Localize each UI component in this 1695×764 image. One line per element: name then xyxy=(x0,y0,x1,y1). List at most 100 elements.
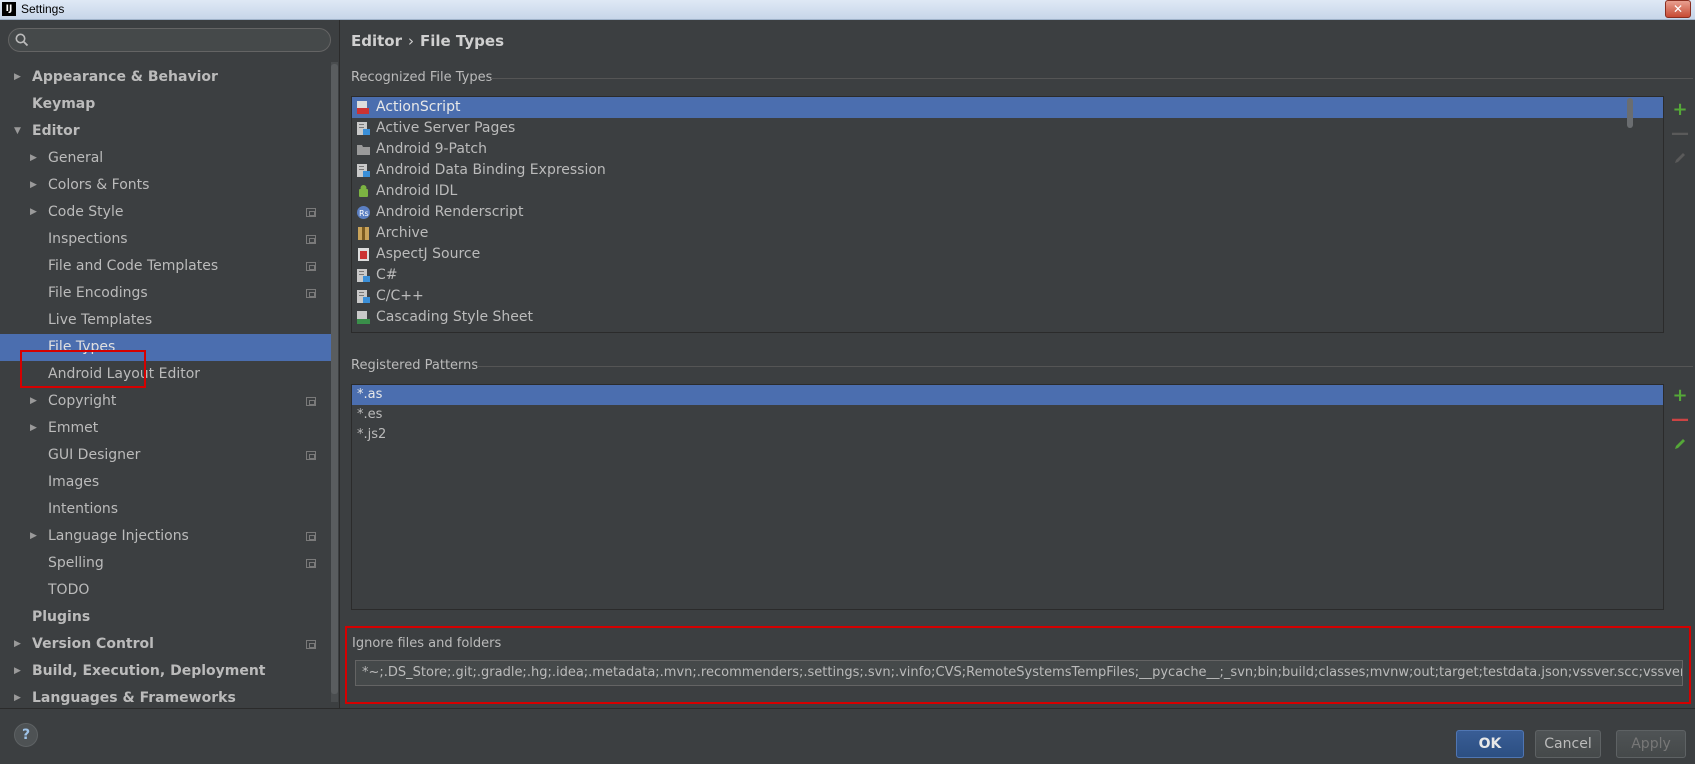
file-types-scrollbar-thumb[interactable] xyxy=(1627,98,1633,128)
file-type-row[interactable]: Rs Android Renderscript xyxy=(352,202,1663,223)
sidebar-item[interactable]: Live Templates xyxy=(0,307,332,334)
file-type-row[interactable]: C/C++ xyxy=(352,286,1663,307)
sidebar-item[interactable]: Images xyxy=(0,469,332,496)
sidebar-item[interactable]: ▶ Build, Execution, Deployment xyxy=(0,658,332,685)
edit-file-type-button[interactable] xyxy=(1670,146,1690,170)
pattern-label: *.es xyxy=(357,407,383,422)
collapsed-arrow-icon[interactable]: ▶ xyxy=(30,172,40,199)
section-divider xyxy=(491,78,1693,79)
recognized-file-types-list[interactable]: ActionScript Active Server Pages Android 9… xyxy=(351,96,1664,333)
registered-patterns-title: Registered Patterns xyxy=(351,358,479,373)
search-icon xyxy=(15,33,29,47)
recognized-file-types-title: Recognized File Types xyxy=(351,70,493,85)
edit-pattern-button[interactable] xyxy=(1670,432,1690,456)
sidebar-item-label: Android Layout Editor xyxy=(48,366,201,382)
ignore-files-input[interactable]: *~;.DS_Store;.git;.gradle;.hg;.idea;.met… xyxy=(355,660,1683,686)
main-panel: Editor › File Types Recognized File Types … xyxy=(341,20,1695,708)
search-box[interactable] xyxy=(8,28,331,52)
sidebar-item[interactable]: TODO xyxy=(0,577,332,604)
apply-button[interactable]: Apply xyxy=(1616,730,1686,758)
sidebar-item-label: File and Code Templates xyxy=(48,258,219,274)
collapsed-arrow-icon[interactable]: ▶ xyxy=(30,415,40,442)
file-type-label: Android IDL xyxy=(376,183,458,199)
sidebar-item[interactable]: Android Layout Editor xyxy=(0,361,332,388)
sidebar-item[interactable]: GUI Designer xyxy=(0,442,332,469)
file-type-row[interactable]: Android IDL xyxy=(352,181,1663,202)
add-file-type-button[interactable]: + xyxy=(1670,98,1690,122)
collapsed-arrow-icon[interactable]: ▶ xyxy=(30,523,40,550)
file-type-label: C/C++ xyxy=(376,288,424,304)
sidebar-item-label: Plugins xyxy=(32,609,91,625)
sidebar-item[interactable]: ▶ Version Control xyxy=(0,631,332,658)
window-title: Settings xyxy=(21,2,65,16)
archive-icon xyxy=(358,227,369,240)
pattern-row[interactable]: *.js2 xyxy=(352,425,1663,445)
sidebar-scrollbar[interactable] xyxy=(331,62,338,702)
sidebar-item[interactable]: File Types xyxy=(0,334,332,361)
sidebar-item[interactable]: ▶ General xyxy=(0,145,332,172)
sidebar-item[interactable]: File Encodings xyxy=(0,280,332,307)
file-type-row[interactable]: Android Data Binding Expression xyxy=(352,160,1663,181)
sidebar-item[interactable]: ▶ Emmet xyxy=(0,415,332,442)
collapsed-arrow-icon[interactable]: ▶ xyxy=(14,64,24,91)
collapsed-arrow-icon[interactable]: ▶ xyxy=(30,199,40,226)
file-type-label: Android Renderscript xyxy=(376,204,524,220)
pencil-icon xyxy=(1675,439,1685,449)
file-type-label: Android 9-Patch xyxy=(376,141,487,157)
file-type-row[interactable]: ActionScript xyxy=(352,97,1663,118)
file-type-row[interactable]: Archive xyxy=(352,223,1663,244)
cancel-button[interactable]: Cancel xyxy=(1535,730,1601,758)
project-level-icon xyxy=(306,532,316,541)
help-button[interactable]: ? xyxy=(14,723,38,747)
remove-pattern-button[interactable]: — xyxy=(1670,408,1690,432)
sidebar-item[interactable]: Keymap xyxy=(0,91,332,118)
sidebar-item-label: GUI Designer xyxy=(48,447,141,463)
sidebar-item-label: File Types xyxy=(48,339,116,355)
search-input[interactable] xyxy=(33,31,323,49)
add-pattern-button[interactable]: + xyxy=(1670,384,1690,408)
file-type-icon xyxy=(357,164,370,177)
project-level-icon xyxy=(306,262,316,271)
file-type-row[interactable]: Cascading Style Sheet xyxy=(352,307,1663,328)
sidebar-item[interactable]: ▶ Language Injections xyxy=(0,523,332,550)
expanded-arrow-icon[interactable]: ▼ xyxy=(14,118,24,145)
sidebar-item[interactable]: Inspections xyxy=(0,226,332,253)
sidebar-item-label: Live Templates xyxy=(48,312,153,328)
sidebar-item[interactable]: Plugins xyxy=(0,604,332,631)
svg-text:Rs: Rs xyxy=(359,209,369,218)
project-level-icon xyxy=(306,451,316,460)
collapsed-arrow-icon[interactable]: ▶ xyxy=(30,145,40,172)
breadcrumb-current: File Types xyxy=(420,32,504,50)
breadcrumb-separator: › xyxy=(408,32,414,50)
collapsed-arrow-icon[interactable]: ▶ xyxy=(14,631,24,658)
ok-button[interactable]: OK xyxy=(1456,730,1524,758)
file-type-icon xyxy=(357,290,370,303)
sidebar-item[interactable]: Spelling xyxy=(0,550,332,577)
file-type-row[interactable]: Active Server Pages xyxy=(352,118,1663,139)
sidebar-item[interactable]: ▶ Code Style xyxy=(0,199,332,226)
sidebar-item-label: Version Control xyxy=(32,636,154,652)
file-type-icon xyxy=(357,122,370,135)
sidebar-item-label: General xyxy=(48,150,104,166)
android-icon xyxy=(359,185,368,197)
intellij-logo-icon: IJ xyxy=(2,2,16,16)
file-type-row[interactable]: Android 9-Patch xyxy=(352,139,1663,160)
close-button[interactable]: ✕ xyxy=(1665,0,1691,18)
collapsed-arrow-icon[interactable]: ▶ xyxy=(30,388,40,415)
breadcrumb: Editor › File Types xyxy=(351,32,504,50)
file-types-toolbar: + — xyxy=(1670,98,1690,170)
sidebar-scrollbar-thumb[interactable] xyxy=(331,64,338,694)
sidebar-item[interactable]: ▶ Appearance & Behavior xyxy=(0,64,332,91)
pattern-row[interactable]: *.es xyxy=(352,405,1663,425)
sidebar-item[interactable]: ▶ Colors & Fonts xyxy=(0,172,332,199)
remove-file-type-button[interactable]: — xyxy=(1670,122,1690,146)
sidebar-item[interactable]: ▶ Copyright xyxy=(0,388,332,415)
pattern-row[interactable]: *.as xyxy=(352,385,1663,405)
sidebar-item[interactable]: ▼ Editor xyxy=(0,118,332,145)
sidebar-item[interactable]: Intentions xyxy=(0,496,332,523)
file-type-row[interactable]: C# xyxy=(352,265,1663,286)
sidebar-item[interactable]: File and Code Templates xyxy=(0,253,332,280)
registered-patterns-list[interactable]: *.as *.es *.js2 xyxy=(351,384,1664,610)
file-type-row[interactable]: AspectJ Source xyxy=(352,244,1663,265)
collapsed-arrow-icon[interactable]: ▶ xyxy=(14,658,24,685)
